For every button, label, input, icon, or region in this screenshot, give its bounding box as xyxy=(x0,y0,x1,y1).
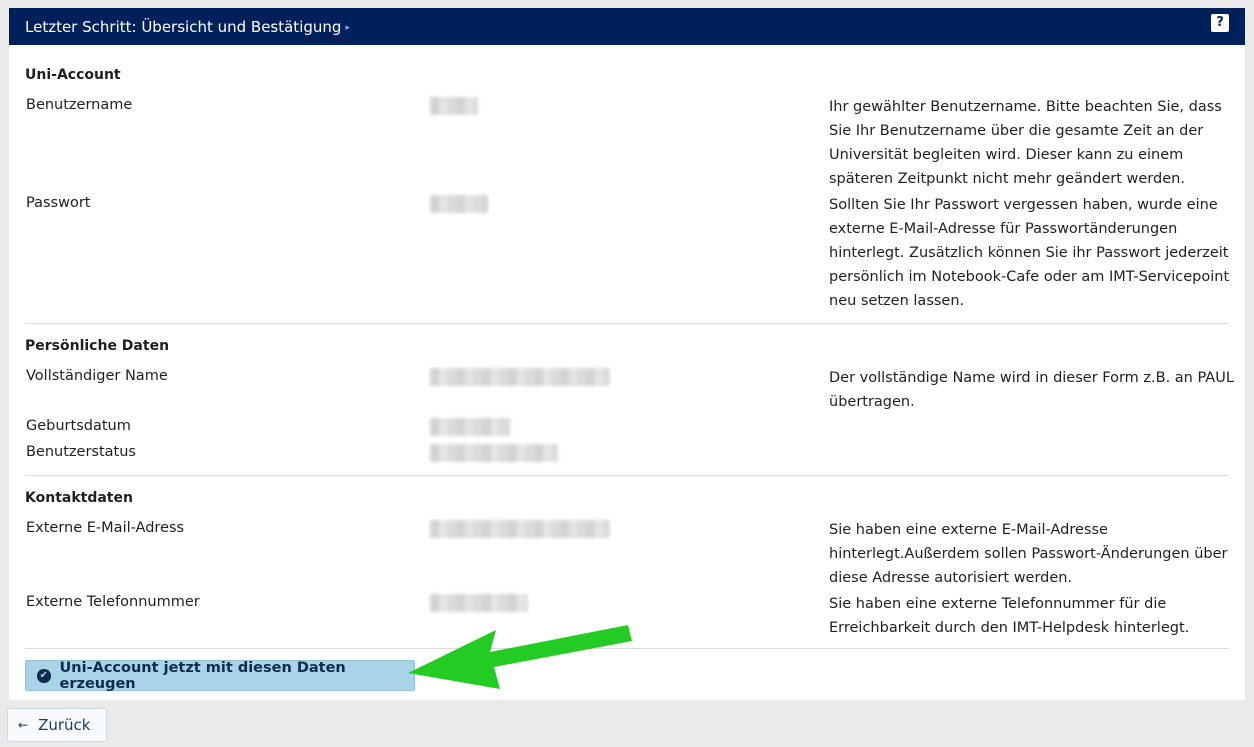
username-hint: Ihr gewählter Benutzername. Bitte beacht… xyxy=(829,99,1222,187)
fullname-label: Vollständiger Name xyxy=(26,368,168,384)
password-label: Passwort xyxy=(26,195,91,211)
arrow-icon xyxy=(408,625,632,689)
password-hint: Sollten Sie Ihr Passwort vergessen haben… xyxy=(829,197,1230,309)
username-label: Benutzername xyxy=(26,97,133,113)
create-account-label: Uni-Account jetzt mit diesen Daten erzeu… xyxy=(59,659,346,692)
summary-content: Uni-Account Benutzername Ihr gewählter B… xyxy=(25,45,1234,649)
section-title: Uni-Account xyxy=(25,67,121,83)
phone-hint: Sie haben eine externe Telefonnummer für… xyxy=(829,596,1190,636)
page-title: Letzter Schritt: Übersicht und Bestätigu… xyxy=(25,17,342,36)
status-value-redacted xyxy=(430,444,558,462)
create-account-button[interactable]: ✔ Uni-Account jetzt mit diesen Daten erz… xyxy=(25,659,415,692)
birthdate-label: Geburtsdatum xyxy=(26,418,131,434)
email-value-redacted xyxy=(430,520,610,538)
section-title: Persönliche Daten xyxy=(25,338,170,354)
section-uni-account: Uni-Account Benutzername Ihr gewählter B… xyxy=(25,45,1229,324)
status-label: Benutzerstatus xyxy=(26,444,136,460)
fullname-hint: Der vollständige Name wird in dieser For… xyxy=(829,370,1234,410)
fullname-value-redacted xyxy=(430,368,610,386)
panel-header: Letzter Schritt: Übersicht und Bestätigu… xyxy=(9,8,1245,45)
green-arrow-annotation xyxy=(408,625,632,689)
phone-value-redacted xyxy=(430,594,528,612)
back-label: Zurück xyxy=(38,716,91,734)
phone-label: Externe Telefonnummer xyxy=(26,594,200,610)
caret-right-icon: ▸ xyxy=(345,22,350,33)
help-button[interactable]: ? xyxy=(1211,14,1229,32)
arrow-left-icon: ← xyxy=(18,718,29,732)
birthdate-value-redacted xyxy=(430,418,510,436)
email-label: Externe E-Mail-Adress xyxy=(26,520,185,536)
password-value-redacted xyxy=(430,195,488,213)
check-circle-icon: ✔ xyxy=(37,668,51,683)
confirmation-panel: Letzter Schritt: Übersicht und Bestätigu… xyxy=(9,8,1245,700)
username-value-redacted xyxy=(430,97,478,115)
back-button[interactable]: ← Zurück xyxy=(7,708,107,742)
email-hint: Sie haben eine externe E-Mail-Adresse hi… xyxy=(829,522,1228,586)
section-personal-data: Persönliche Daten Vollständiger Name Der… xyxy=(25,324,1234,476)
section-title: Kontaktdaten xyxy=(25,490,133,506)
